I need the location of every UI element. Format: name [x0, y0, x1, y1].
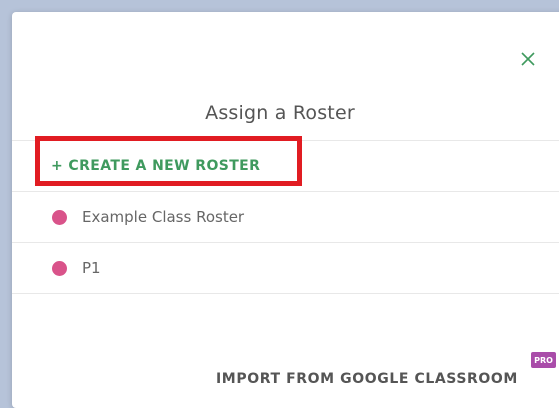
roster-color-dot	[52, 260, 67, 276]
roster-label: P1	[82, 259, 101, 277]
create-roster-button[interactable]: + CREATE A NEW ROSTER	[12, 158, 260, 174]
import-google-classroom-button[interactable]: IMPORT FROM GOOGLE CLASSROOM	[216, 371, 518, 387]
divider	[12, 293, 559, 294]
list-item-roster[interactable]: Example Class Roster	[12, 192, 559, 242]
roster-label: Example Class Roster	[82, 208, 245, 226]
roster-color-dot	[52, 209, 67, 225]
pro-badge: PRO	[531, 352, 556, 368]
close-button[interactable]	[519, 50, 537, 68]
close-icon	[521, 52, 535, 66]
list-item-roster[interactable]: P1	[12, 243, 559, 293]
create-roster-row[interactable]: + CREATE A NEW ROSTER	[12, 141, 559, 191]
assign-roster-modal: Assign a Roster + CREATE A NEW ROSTER Ex…	[12, 12, 559, 408]
modal-title: Assign a Roster	[205, 102, 355, 124]
